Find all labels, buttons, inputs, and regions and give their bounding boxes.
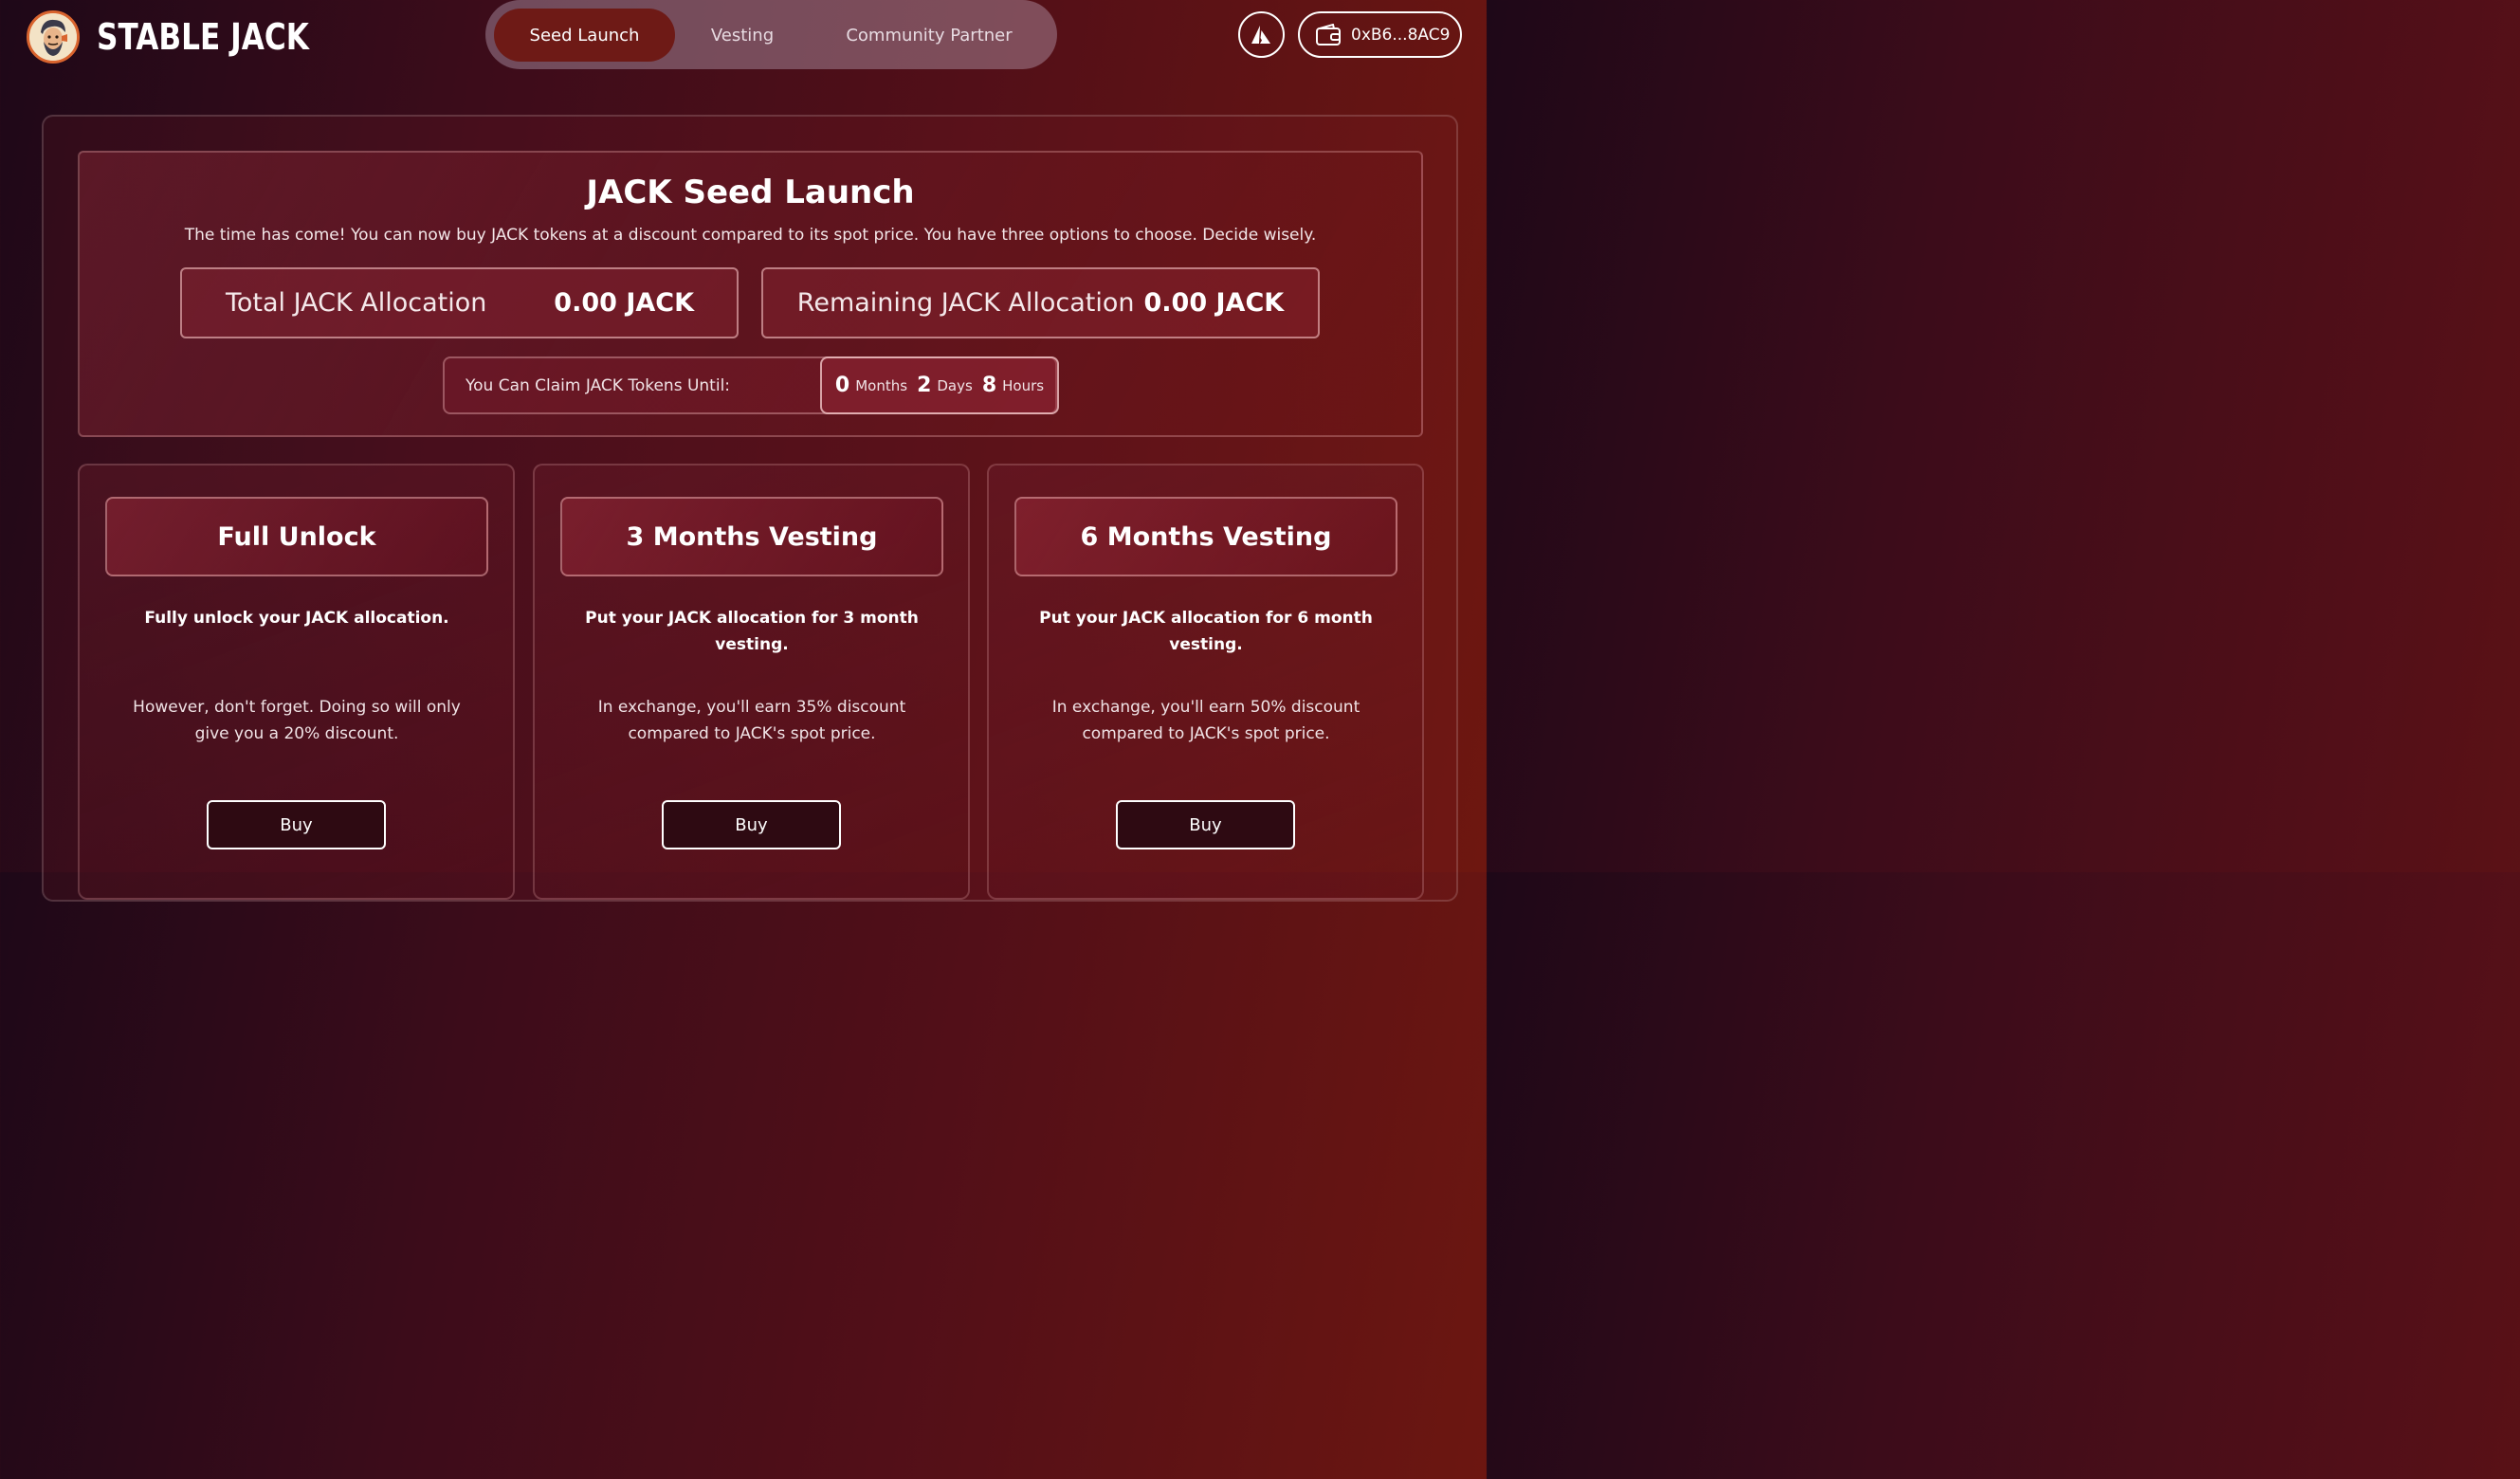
main-nav: Seed Launch Vesting Community Partner <box>485 0 1057 69</box>
option-card-full-unlock: Full Unlock Fully unlock your JACK alloc… <box>78 464 515 900</box>
jack-mascot-logo-icon <box>27 10 80 64</box>
wallet-icon <box>1315 23 1342 46</box>
claim-deadline: You Can Claim JACK Tokens Until: 0 Month… <box>443 356 1059 414</box>
countdown-hours: 8 <box>981 374 997 397</box>
tab-seed-launch[interactable]: Seed Launch <box>494 9 675 62</box>
option-description: In exchange, you'll earn 50% discount co… <box>1051 698 1360 743</box>
total-allocation-value: 0.00 JACK <box>554 288 694 318</box>
tab-vesting[interactable]: Vesting <box>685 9 800 62</box>
countdown-timer: 0 Months 2 Days 8 Hours <box>820 356 1059 414</box>
option-title: 6 Months Vesting <box>1014 497 1397 576</box>
countdown-months: 0 <box>834 374 850 397</box>
avalanche-icon <box>1251 25 1273 46</box>
page-subtitle: The time has come! You can now buy JACK … <box>184 226 1317 245</box>
remaining-allocation-box: Remaining JACK Allocation 0.00 JACK <box>761 267 1320 338</box>
option-title: 3 Months Vesting <box>560 497 943 576</box>
option-card-6-months: 6 Months Vesting Put your JACK allocatio… <box>987 464 1424 900</box>
option-lead: Fully unlock your JACK allocation. <box>144 609 449 628</box>
buy-full-unlock-button[interactable]: Buy <box>207 800 386 849</box>
claim-deadline-label: You Can Claim JACK Tokens Until: <box>466 375 731 395</box>
countdown-days: 2 <box>917 374 932 397</box>
option-description: In exchange, you'll earn 35% discount co… <box>597 698 906 743</box>
option-title: Full Unlock <box>105 497 488 576</box>
wallet-button[interactable]: 0xB6...8AC9 <box>1298 11 1462 58</box>
total-allocation-label: Total JACK Allocation <box>226 288 487 318</box>
total-allocation-box: Total JACK Allocation 0.00 JACK <box>180 267 739 338</box>
option-lead: Put your JACK allocation for 6 month ves… <box>1039 609 1373 654</box>
tab-community-partner[interactable]: Community Partner <box>827 9 1032 62</box>
brand-logo[interactable]: STABLE JACK <box>27 10 356 64</box>
countdown-months-label: Months <box>855 376 908 394</box>
page-title: JACK Seed Launch <box>586 173 915 211</box>
buy-6-months-button[interactable]: Buy <box>1116 800 1295 849</box>
remaining-allocation-label: Remaining JACK Allocation <box>796 288 1135 318</box>
wallet-address: 0xB6...8AC9 <box>1351 25 1451 45</box>
remaining-allocation-value: 0.00 JACK <box>1143 288 1285 318</box>
option-description: However, don't forget. Doing so will onl… <box>133 698 461 743</box>
countdown-hours-label: Hours <box>1002 376 1045 394</box>
network-button[interactable] <box>1238 11 1285 58</box>
option-lead: Put your JACK allocation for 3 month ves… <box>585 609 919 654</box>
brand-name: STABLE JACK <box>97 16 309 58</box>
countdown-days-label: Days <box>937 376 973 394</box>
option-card-3-months: 3 Months Vesting Put your JACK allocatio… <box>533 464 970 900</box>
buy-3-months-button[interactable]: Buy <box>662 800 841 849</box>
